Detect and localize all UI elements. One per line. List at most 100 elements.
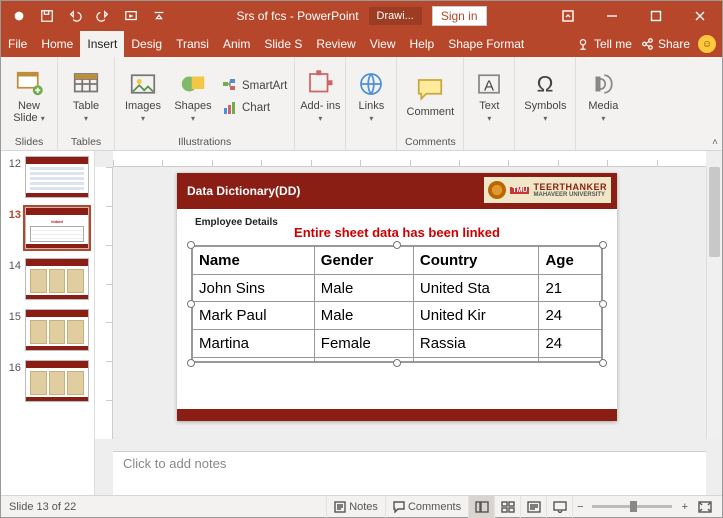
thumb-14[interactable]: 14 xyxy=(1,255,94,306)
thumb-16[interactable]: 16 xyxy=(1,357,94,408)
selection-handle[interactable] xyxy=(187,300,195,308)
view-sorter-icon[interactable] xyxy=(494,496,520,518)
media-label: Media xyxy=(588,100,618,112)
tell-me-search[interactable]: Tell me xyxy=(576,37,632,51)
images-label: Images xyxy=(125,100,161,112)
group-tables-label: Tables xyxy=(62,134,110,150)
chart-label: Chart xyxy=(242,102,270,114)
tab-design[interactable]: Desig xyxy=(124,31,169,57)
smartart-button[interactable]: SmartArt xyxy=(219,76,290,96)
svg-text:A: A xyxy=(484,77,494,94)
shapes-label: Shapes xyxy=(174,100,211,112)
title-bar: Srs of fcs - PowerPoint Drawi... Sign in xyxy=(1,1,722,31)
status-bar: Slide 13 of 22 Notes Comments − + xyxy=(1,495,722,517)
table-row: Mark PaulMaleUnited Kir24 xyxy=(193,302,602,330)
linked-data-message: Entire sheet data has been linked xyxy=(177,225,617,240)
notes-toggle[interactable]: Notes xyxy=(326,496,385,518)
thumb-15[interactable]: 15 xyxy=(1,306,94,357)
selection-handle[interactable] xyxy=(599,241,607,249)
comment-button[interactable]: Comment xyxy=(401,64,459,130)
scrollbar-thumb[interactable] xyxy=(709,167,720,257)
thumb-13[interactable]: 13 linked xyxy=(1,204,94,255)
table-button[interactable]: Table▾ xyxy=(62,64,110,130)
share-button[interactable]: Share xyxy=(640,37,690,51)
media-icon xyxy=(588,69,618,99)
horizontal-ruler[interactable] xyxy=(113,151,706,167)
tab-file[interactable]: File xyxy=(1,31,34,57)
comment-label: Comment xyxy=(407,107,455,119)
tab-help[interactable]: Help xyxy=(403,31,442,57)
slide-counter[interactable]: Slide 13 of 22 xyxy=(1,501,76,513)
notes-placeholder: Click to add notes xyxy=(123,456,226,471)
slide-thumbnail-pane[interactable]: 12 13 linked 14 15 16 xyxy=(1,151,95,495)
symbols-button[interactable]: Ω Symbols▾ xyxy=(519,64,571,130)
view-normal-icon[interactable] xyxy=(468,496,494,518)
col-name: Name xyxy=(193,247,315,275)
tab-insert[interactable]: Insert xyxy=(80,31,124,57)
close-icon[interactable] xyxy=(678,1,722,31)
zoom-in-button[interactable]: + xyxy=(676,501,694,513)
ribbon-options-icon[interactable] xyxy=(546,1,590,31)
maximize-icon[interactable] xyxy=(634,1,678,31)
group-slides: New Slide ▾ Slides xyxy=(1,57,58,150)
table-row: MartinaFemaleRassia24 xyxy=(193,330,602,358)
new-slide-button[interactable]: New Slide ▾ xyxy=(5,64,53,130)
ribbon-tabs: File Home Insert Desig Transi Anim Slide… xyxy=(1,31,722,57)
smartart-label: SmartArt xyxy=(242,80,287,92)
tab-view[interactable]: View xyxy=(363,31,403,57)
autosave-toggle[interactable] xyxy=(7,4,31,28)
chart-button[interactable]: Chart xyxy=(219,98,290,118)
zoom-out-button[interactable]: − xyxy=(572,496,587,518)
shapes-button[interactable]: Shapes▾ xyxy=(169,64,217,130)
view-reading-icon[interactable] xyxy=(520,496,546,518)
qat-customize-icon[interactable] xyxy=(147,4,171,28)
selection-handle[interactable] xyxy=(393,359,401,367)
tmu-logo-icon xyxy=(488,181,506,199)
sign-in-button[interactable]: Sign in xyxy=(432,6,487,26)
start-from-beginning-icon[interactable] xyxy=(119,4,143,28)
embedded-table-object[interactable]: Name Gender Country Age John SinsMaleUni… xyxy=(191,245,603,363)
ribbon: New Slide ▾ Slides Table▾ Tables Images▾… xyxy=(1,57,722,151)
svg-text:Ω: Ω xyxy=(537,71,554,96)
tab-animations[interactable]: Anim xyxy=(216,31,257,57)
thumb-12[interactable]: 12 xyxy=(1,153,94,204)
undo-icon[interactable] xyxy=(63,4,87,28)
vertical-ruler[interactable] xyxy=(95,167,113,439)
tab-review[interactable]: Review xyxy=(309,31,362,57)
tab-transitions[interactable]: Transi xyxy=(169,31,216,57)
ribbon-collapse-icon[interactable]: ˄ xyxy=(712,137,718,148)
app-name: PowerPoint xyxy=(297,9,358,23)
notes-pane[interactable]: Click to add notes xyxy=(113,451,706,495)
zoom-slider-knob[interactable] xyxy=(630,501,637,512)
fit-to-window-icon[interactable] xyxy=(694,496,716,518)
col-age: Age xyxy=(539,247,602,275)
tab-slideshow[interactable]: Slide S xyxy=(257,31,309,57)
links-button[interactable]: Links▾ xyxy=(350,64,392,130)
tell-me-label: Tell me xyxy=(594,37,632,51)
images-button[interactable]: Images▾ xyxy=(119,64,167,130)
group-text: A Text▾ xyxy=(464,57,515,150)
selection-handle[interactable] xyxy=(599,300,607,308)
tab-shape-format[interactable]: Shape Format xyxy=(441,31,531,57)
slide-title-bar: Data Dictionary(DD) TMU TEERTHANKER MAHA… xyxy=(177,173,617,209)
selection-handle[interactable] xyxy=(187,241,195,249)
addins-button[interactable]: Add- ins ▾ xyxy=(299,64,341,130)
employee-table: Name Gender Country Age John SinsMaleUni… xyxy=(192,246,602,362)
slide-canvas[interactable]: Data Dictionary(DD) TMU TEERTHANKER MAHA… xyxy=(121,171,702,439)
selection-handle[interactable] xyxy=(187,359,195,367)
selection-handle[interactable] xyxy=(393,241,401,249)
vertical-scrollbar[interactable] xyxy=(706,167,722,439)
view-slideshow-icon[interactable] xyxy=(546,496,572,518)
col-country: Country xyxy=(413,247,539,275)
feedback-smiley-icon[interactable]: ☺ xyxy=(698,35,716,53)
minimize-icon[interactable] xyxy=(590,1,634,31)
tab-home[interactable]: Home xyxy=(34,31,80,57)
zoom-slider[interactable] xyxy=(592,505,672,508)
text-button[interactable]: A Text▾ xyxy=(468,64,510,130)
comments-toggle[interactable]: Comments xyxy=(385,496,468,518)
media-button[interactable]: Media▾ xyxy=(580,64,626,130)
selection-handle[interactable] xyxy=(599,359,607,367)
group-comments: Comment Comments xyxy=(397,57,464,150)
redo-icon[interactable] xyxy=(91,4,115,28)
save-icon[interactable] xyxy=(35,4,59,28)
